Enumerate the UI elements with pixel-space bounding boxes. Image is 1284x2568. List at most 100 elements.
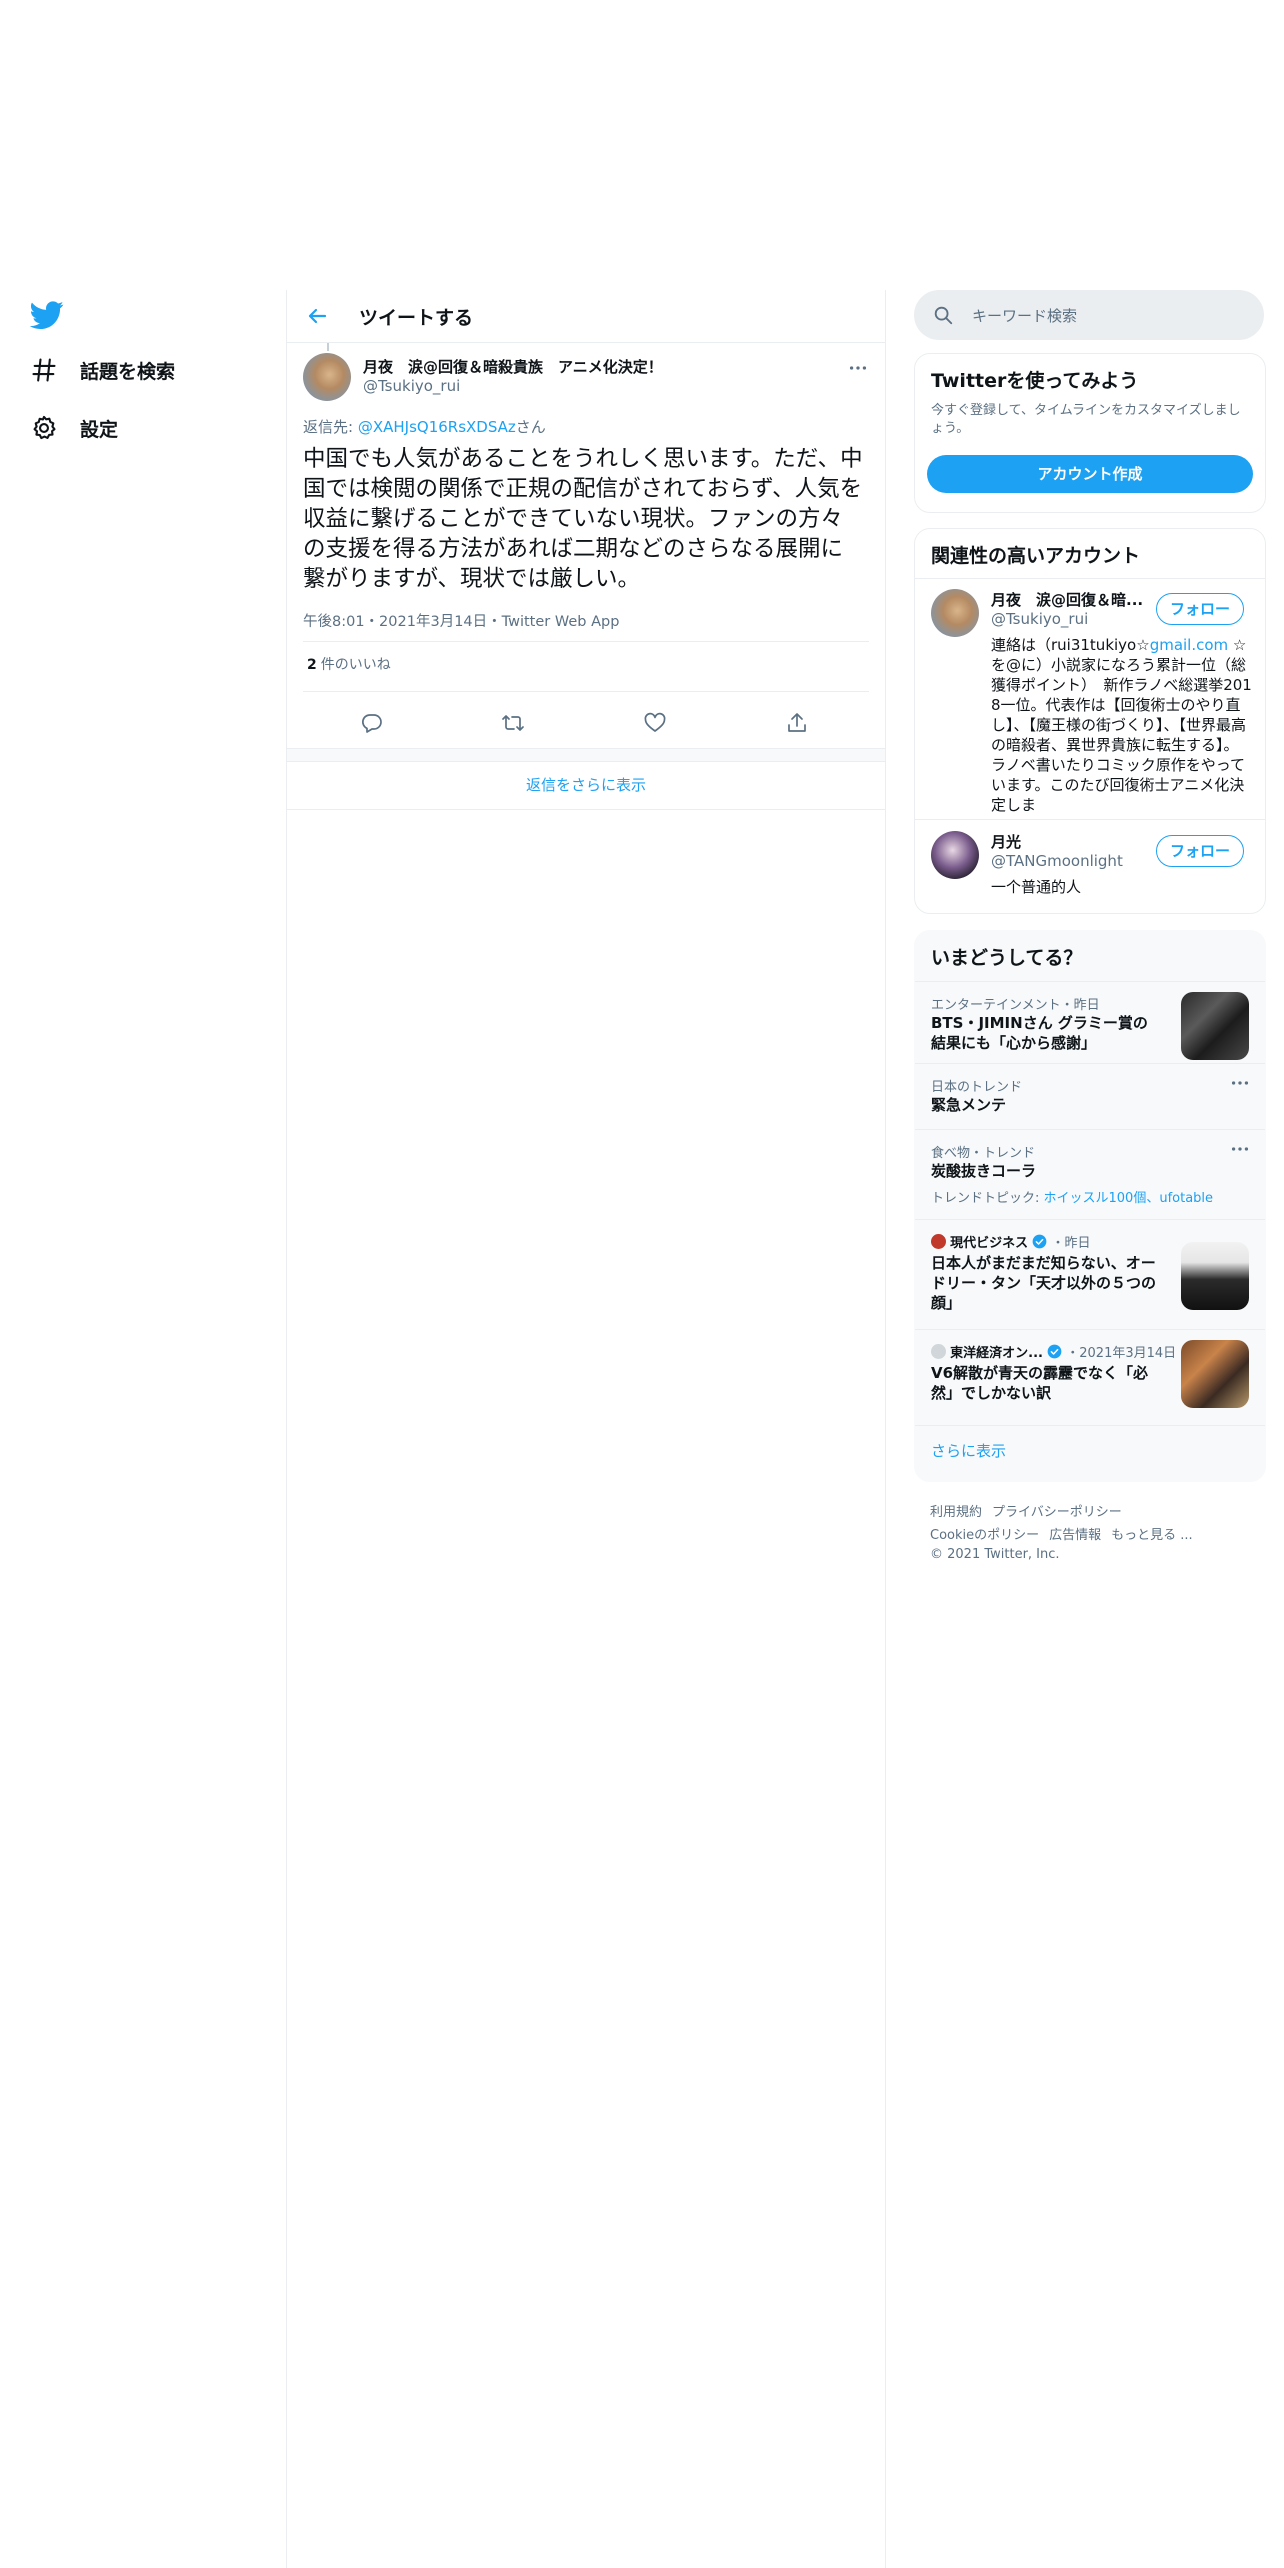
- trend-title: V6解散が青天の霹靂でなく「必然」でしかない訳: [931, 1364, 1149, 1402]
- gear-icon: [30, 414, 58, 442]
- trend-thumbnail: [1181, 1340, 1249, 1408]
- tweet-text: 中国でも人気があることをうれしく思います。ただ、中国では検閲の関係で正規の配信が…: [303, 446, 863, 592]
- related-accounts-card: 関連性の高いアカウント 月夜 涙@回復＆暗... @Tsukiyo_rui フォ…: [914, 528, 1266, 914]
- trend-source: 現代ビジネス ・昨日: [931, 1232, 1090, 1251]
- related-account-handle: @Tsukiyo_rui: [991, 610, 1089, 628]
- divider: [303, 691, 869, 692]
- show-more-replies-link[interactable]: 返信をさらに表示: [287, 761, 885, 810]
- page-title: ツイートする: [359, 307, 474, 329]
- bio-link[interactable]: gmail.com: [1150, 636, 1228, 654]
- trend-thumbnail: [1181, 1242, 1249, 1310]
- source-name: 現代ビジネス: [950, 1236, 1029, 1251]
- related-account-handle: @TANGmoonlight: [991, 852, 1123, 870]
- trend-source: 東洋経済オン... ・2021年3月14日: [931, 1342, 1176, 1361]
- search-input[interactable]: [970, 298, 1254, 334]
- divider: [303, 641, 869, 642]
- footer-links: 利用規約 プライバシーポリシー: [930, 1501, 1132, 1520]
- main-header: ツイートする: [287, 290, 885, 343]
- more-options-icon[interactable]: [1229, 1072, 1251, 1094]
- cookie-policy-link[interactable]: Cookieのポリシー: [930, 1528, 1039, 1543]
- verified-badge-icon: [1032, 1234, 1047, 1249]
- avatar[interactable]: [931, 831, 979, 879]
- trends-title: いまどうしてる？: [931, 947, 1083, 969]
- trend-title: 緊急メンテ: [931, 1096, 1007, 1114]
- divider: [915, 578, 1265, 579]
- related-accounts-title: 関連性の高いアカウント: [931, 545, 1141, 567]
- source-logo-icon: [931, 1344, 946, 1359]
- main-column: ツイートする 月夜 涙@回復＆暗殺貴族 アニメ化決定！ @Tsukiyo_rui…: [286, 290, 886, 2568]
- reply-suffix: さん: [515, 418, 546, 436]
- avatar[interactable]: [931, 589, 979, 637]
- trend-category: 食べ物・トレンド: [931, 1146, 1036, 1161]
- nav-settings-label: 設定: [80, 418, 119, 441]
- reply-user-link[interactable]: @XAHJsQ16RsXDSAz: [358, 418, 516, 436]
- thread-connector: [327, 343, 329, 351]
- follow-button[interactable]: フォロー: [1156, 835, 1244, 867]
- verified-badge-icon: [1047, 1344, 1062, 1359]
- follow-button[interactable]: フォロー: [1156, 593, 1244, 625]
- signup-description: 今すぐ登録して、タイムラインをカスタマイズしましょう。: [931, 403, 1241, 436]
- signup-card: Twitterを使ってみよう 今すぐ登録して、タイムラインをカスタマイズしましょ…: [914, 353, 1266, 513]
- trend-topics: トレンドトピック: ホイッスル100個、ufotable: [931, 1187, 1213, 1206]
- bio-text: ☆を@に）小説家になろう累計一位（総獲得ポイント） 新作ラノベ総選挙2018一位…: [991, 636, 1252, 814]
- privacy-link[interactable]: プライバシーポリシー: [992, 1505, 1122, 1520]
- more-link[interactable]: もっと見る ...: [1111, 1528, 1193, 1543]
- source-time: ・昨日: [1051, 1236, 1091, 1251]
- trend-item[interactable]: 東洋経済オン... ・2021年3月14日 V6解散が青天の霹靂でなく「必然」で…: [915, 1329, 1265, 1426]
- trend-item[interactable]: 日本のトレンド 緊急メンテ: [915, 1063, 1265, 1130]
- nav-explore-label: 話題を検索: [80, 360, 176, 383]
- source-name: 東洋経済オン...: [950, 1346, 1043, 1361]
- show-more-trends-link[interactable]: さらに表示: [931, 1440, 1006, 1461]
- trend-topic-prefix: トレンドトピック:: [931, 1191, 1044, 1206]
- author-name[interactable]: 月夜 涙@回復＆暗殺貴族 アニメ化決定！: [363, 356, 663, 377]
- related-account-bio: 連絡は（rui31tukiyo☆gmail.com ☆を@に）小説家になろう累計…: [991, 635, 1253, 815]
- section-separator: [287, 748, 885, 762]
- trend-item[interactable]: 食べ物・トレンド 炭酸抜きコーラ トレンドトピック: ホイッスル100個、ufo…: [915, 1129, 1265, 1220]
- trends-card: いまどうしてる？ エンターテインメント・昨日 BTS・JIMINさん グラミー賞…: [914, 930, 1266, 1482]
- more-options-icon[interactable]: [1229, 1138, 1251, 1160]
- tweet-timestamp[interactable]: 午後8:01・2021年3月14日・Twitter Web App: [303, 610, 619, 631]
- likes-number: 2: [307, 657, 317, 673]
- create-account-button[interactable]: アカウント作成: [927, 455, 1253, 493]
- related-account-name[interactable]: 月光: [991, 831, 1147, 852]
- search-box[interactable]: [914, 290, 1264, 340]
- trend-topic-links[interactable]: ホイッスル100個、ufotable: [1044, 1191, 1214, 1206]
- search-icon: [932, 304, 954, 326]
- reply-to: 返信先: @XAHJsQ16RsXDSAzさん: [303, 416, 546, 437]
- like-icon[interactable]: [643, 711, 667, 735]
- twitter-bird-icon[interactable]: [30, 298, 64, 332]
- trend-item[interactable]: 現代ビジネス ・昨日 日本人がまだまだ知らない、オードリー・タン「天才以外の５つ…: [915, 1219, 1265, 1330]
- bio-text: 連絡は（rui31tukiyo☆: [991, 636, 1150, 654]
- divider: [915, 819, 1265, 820]
- show-more-row: さらに表示: [915, 1425, 1265, 1481]
- author-handle[interactable]: @Tsukiyo_rui: [363, 377, 460, 395]
- more-options-icon[interactable]: [847, 357, 869, 379]
- reply-icon[interactable]: [360, 711, 384, 735]
- signup-title: Twitterを使ってみよう: [931, 370, 1139, 392]
- trend-title: 日本人がまだまだ知らない、オードリー・タン「天才以外の５つの顔」: [931, 1254, 1157, 1312]
- copyright: © 2021 Twitter, Inc.: [930, 1547, 1060, 1562]
- nav-explore[interactable]: 話題を検索: [30, 350, 175, 390]
- trend-category: 日本のトレンド: [931, 1080, 1023, 1095]
- share-icon[interactable]: [785, 711, 809, 735]
- likes-count[interactable]: 2 件のいいね: [307, 654, 391, 674]
- terms-link[interactable]: 利用規約: [930, 1505, 982, 1520]
- nav-settings[interactable]: 設定: [30, 408, 118, 448]
- trend-title: 炭酸抜きコーラ: [931, 1162, 1037, 1180]
- ads-info-link[interactable]: 広告情報: [1049, 1528, 1101, 1543]
- reply-prefix: 返信先:: [303, 418, 358, 436]
- source-logo-icon: [931, 1234, 946, 1249]
- related-account-name[interactable]: 月夜 涙@回復＆暗...: [991, 589, 1147, 610]
- trend-category: エンターテインメント・昨日: [931, 998, 1100, 1013]
- likes-label: 件のいいね: [320, 657, 391, 673]
- trend-title: BTS・JIMINさん グラミー賞の結果にも「心から感謝」: [931, 1014, 1148, 1052]
- retweet-icon[interactable]: [501, 711, 525, 735]
- footer-links: Cookieのポリシー 広告情報 もっと見る ...: [930, 1524, 1203, 1543]
- back-arrow-icon[interactable]: [305, 304, 329, 328]
- trend-item[interactable]: エンターテインメント・昨日 BTS・JIMINさん グラミー賞の結果にも「心から…: [915, 981, 1265, 1064]
- source-time: ・2021年3月14日: [1066, 1346, 1177, 1361]
- related-account-bio: 一个普通的人: [991, 878, 1082, 896]
- trend-thumbnail: [1181, 992, 1249, 1060]
- hashtag-icon: [30, 356, 58, 384]
- author-avatar[interactable]: [303, 353, 351, 401]
